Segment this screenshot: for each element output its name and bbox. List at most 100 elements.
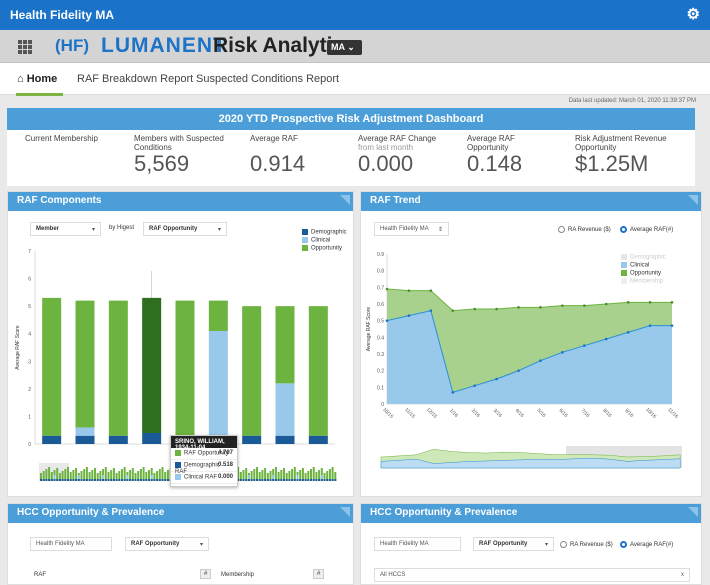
mini-bar <box>156 479 159 481</box>
radio-ra-revenue[interactable]: RA Revenue ($) <box>560 541 613 548</box>
metric-raf-opportunity: Average RAF Opportunity 0.148 <box>467 134 523 176</box>
hcc-sort-select[interactable]: RAF Opportunity ▾ <box>125 537 209 551</box>
mini-bar <box>110 479 113 481</box>
mini-bar <box>277 479 280 481</box>
y-tick-label: 0.1 <box>377 385 384 391</box>
point-clinical <box>429 309 433 312</box>
mini-bar <box>166 479 169 481</box>
sort-icon[interactable]: # <box>313 569 325 579</box>
sort-icon[interactable]: # <box>200 569 212 579</box>
y-tick-label: 0.6 <box>377 302 384 308</box>
point-clinical <box>583 344 586 347</box>
panel-title: RAF Components <box>17 195 102 206</box>
radio-average-raf[interactable]: Average RAF(#) <box>620 541 673 548</box>
mini-bar <box>115 479 118 481</box>
mini-bar <box>102 479 105 481</box>
x-tick-label: 2/16 <box>470 408 481 419</box>
tooltip-title: SRINO, WILLIAM, 1934-11-04 <box>171 436 237 451</box>
point-clinical <box>385 319 389 322</box>
tab-suspected-conditions[interactable]: Suspected Conditions Report <box>196 73 339 85</box>
mini-bar <box>242 479 245 481</box>
panel-title: HCC Opportunity & Prevalence <box>17 507 165 518</box>
tooltip-row: RAF Opportunity 4.707 <box>171 448 237 460</box>
mini-bar <box>266 479 269 481</box>
mini-bar <box>96 479 99 481</box>
bar-opportunity <box>108 300 128 436</box>
bar-opportunity <box>308 306 328 436</box>
bar-opportunity <box>208 300 228 331</box>
mini-bar <box>161 479 164 481</box>
bar-clinical <box>208 330 228 436</box>
plan-select[interactable]: MA ⌄ <box>327 40 362 55</box>
mini-bar <box>331 467 334 481</box>
bar-opportunity <box>75 300 95 428</box>
y-tick-label: 0 <box>28 442 31 448</box>
mini-bar <box>274 467 277 481</box>
metric-raf-change: Average RAF Change from last month 0.000 <box>358 134 437 176</box>
y-tick-label: 0.9 <box>377 252 384 258</box>
mini-bar <box>334 479 337 481</box>
mini-bar <box>288 479 291 481</box>
mini-bar <box>291 479 294 481</box>
mini-bar <box>118 479 121 481</box>
hcc-filter-select[interactable]: All HCCS x <box>374 568 690 582</box>
raf-trend-panel: RAF Trend Health Fidelity MA ⇕ RA Revenue… <box>360 191 702 497</box>
point-opportunity <box>451 309 455 312</box>
mini-bar <box>50 479 53 481</box>
mini-bar <box>142 479 145 481</box>
mini-bar <box>142 467 145 481</box>
bar-demographic <box>275 435 295 444</box>
x-tick-label: 9/16 <box>623 408 634 419</box>
raf-trend-chart: 00.10.20.30.40.50.60.70.80.9Average RAF … <box>366 252 682 469</box>
mini-bar <box>301 479 304 481</box>
mini-bar <box>131 479 134 481</box>
gear-icon[interactable]: ⚙ <box>687 5 700 23</box>
mini-bar <box>67 467 69 481</box>
tab-home[interactable]: ⌂ Home <box>16 73 63 96</box>
x-tick-label: 1/16 <box>448 408 459 419</box>
mini-bar <box>320 475 323 479</box>
mini-bar <box>145 479 148 481</box>
tab-raf-breakdown[interactable]: RAF Breakdown Report <box>77 73 193 85</box>
y-tick-label: 0.5 <box>377 319 384 325</box>
mini-bar <box>247 475 250 479</box>
mini-bar <box>153 479 156 481</box>
point-opportunity <box>561 304 564 307</box>
mini-bar <box>72 479 75 481</box>
tooltip-row: Demographic RAF 0.518 <box>171 460 237 475</box>
x-tick-label: 10/16 <box>644 407 657 420</box>
hcc-plan-select[interactable]: Health Fidelity MA <box>374 537 461 551</box>
hcc-plan-select[interactable]: Health Fidelity MA <box>30 537 112 551</box>
mini-bar <box>272 479 275 481</box>
mini-bar <box>253 479 256 481</box>
mini-bar <box>107 479 110 481</box>
point-opportunity <box>429 289 433 292</box>
chevron-down-icon: ⌄ <box>347 42 355 52</box>
mini-bar <box>94 479 96 481</box>
y-tick-label: 0.8 <box>377 269 384 275</box>
mini-bar <box>88 479 91 481</box>
bar-clinical <box>275 383 295 436</box>
mini-bar <box>261 479 264 481</box>
y-tick-label: 0.2 <box>377 369 384 375</box>
mini-bar <box>299 479 302 481</box>
mini-bar <box>258 479 261 481</box>
mini-bar <box>121 479 123 481</box>
mini-bar <box>296 479 299 481</box>
mini-bar <box>56 479 59 481</box>
mini-bar <box>123 467 126 481</box>
mini-bar <box>139 479 142 481</box>
point-clinical <box>407 314 411 317</box>
x-tick-label: 6/16 <box>558 408 569 419</box>
mini-bar <box>67 479 69 481</box>
panel-title: RAF Trend <box>370 195 421 206</box>
mini-bar <box>129 479 132 481</box>
app-grid-icon[interactable] <box>18 40 32 54</box>
bar-opportunity <box>242 306 262 436</box>
org-title: Health Fidelity MA <box>10 8 115 22</box>
x-tick-label: 4/16 <box>514 408 525 419</box>
mini-bar <box>69 479 72 481</box>
point-clinical <box>670 324 674 327</box>
y-tick-label: 3 <box>28 359 31 365</box>
hcc-sort-select[interactable]: RAF Opportunity ▾ <box>473 537 554 551</box>
